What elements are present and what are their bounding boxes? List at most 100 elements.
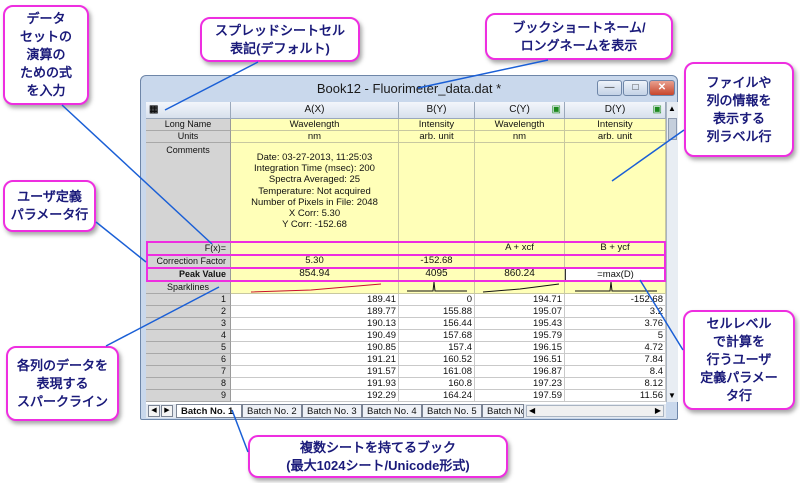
scroll-right-icon[interactable]: ▶: [655, 406, 661, 415]
row-number[interactable]: 2: [146, 306, 231, 318]
row-number[interactable]: 3: [146, 318, 231, 330]
comments-d[interactable]: [565, 143, 666, 242]
peak-c[interactable]: 860.24: [475, 268, 565, 281]
data-cell-d[interactable]: 3.2: [565, 306, 666, 318]
minimize-icon[interactable]: —: [597, 80, 622, 96]
data-cell-b[interactable]: 155.88: [399, 306, 475, 318]
data-cell-d[interactable]: 8.4: [565, 366, 666, 378]
data-cell-a[interactable]: 189.77: [231, 306, 399, 318]
sheet-tab-2[interactable]: Batch No. 2: [242, 404, 302, 418]
units-d[interactable]: arb. unit: [565, 131, 666, 143]
data-cell-b[interactable]: 164.24: [399, 390, 475, 402]
row-number[interactable]: 4: [146, 330, 231, 342]
fx-c[interactable]: A + xcf: [475, 242, 565, 255]
data-cell-c[interactable]: 195.07: [475, 306, 565, 318]
row-number[interactable]: 5: [146, 342, 231, 354]
data-cell-c[interactable]: 195.79: [475, 330, 565, 342]
tab-next-icon[interactable]: ▶: [161, 405, 173, 417]
data-cell-b[interactable]: 160.8: [399, 378, 475, 390]
data-cell-a[interactable]: 190.13: [231, 318, 399, 330]
data-cell-b[interactable]: 157.68: [399, 330, 475, 342]
units-a[interactable]: nm: [231, 131, 399, 143]
scroll-down-icon[interactable]: ▼: [668, 391, 676, 400]
column-header-c[interactable]: C(Y) ▣: [475, 102, 565, 119]
row-number[interactable]: 8: [146, 378, 231, 390]
data-cell-c[interactable]: 196.51: [475, 354, 565, 366]
peak-b[interactable]: 4095: [399, 268, 475, 281]
sparkline-a[interactable]: [231, 281, 399, 294]
data-cell-b[interactable]: 161.08: [399, 366, 475, 378]
data-cell-d[interactable]: 11.56: [565, 390, 666, 402]
sparkline-b[interactable]: [399, 281, 475, 294]
long-name-b[interactable]: Intensity: [399, 119, 475, 131]
data-cell-c[interactable]: 197.59: [475, 390, 565, 402]
data-cell-a[interactable]: 191.57: [231, 366, 399, 378]
scroll-thumb[interactable]: [668, 118, 677, 140]
maximize-icon[interactable]: □: [623, 80, 648, 96]
long-name-a[interactable]: Wavelength: [231, 119, 399, 131]
data-cell-a[interactable]: 191.21: [231, 354, 399, 366]
sparkline-c[interactable]: [475, 281, 565, 294]
scroll-left-icon[interactable]: ◀: [529, 406, 535, 415]
row-label-sparklines[interactable]: Sparklines: [146, 281, 231, 294]
correction-b[interactable]: -152.68: [399, 255, 475, 268]
data-cell-c[interactable]: 196.87: [475, 366, 565, 378]
data-cell-c[interactable]: 197.23: [475, 378, 565, 390]
row-number[interactable]: 7: [146, 366, 231, 378]
correction-a[interactable]: 5.30: [231, 255, 399, 268]
tab-prev-icon[interactable]: ◀: [148, 405, 160, 417]
title-bar[interactable]: Book12 - Fluorimeter_data.dat * — □ ✕: [141, 76, 677, 102]
data-cell-a[interactable]: 190.49: [231, 330, 399, 342]
row-number[interactable]: 1: [146, 294, 231, 306]
vertical-scrollbar[interactable]: ▲ ▼: [666, 102, 678, 402]
data-cell-d[interactable]: 4.72: [565, 342, 666, 354]
sheet-tab-1[interactable]: Batch No. 1: [176, 404, 242, 418]
fx-b[interactable]: [399, 242, 475, 255]
data-cell-d[interactable]: -152.68: [565, 294, 666, 306]
comments-a[interactable]: Date: 03-27-2013, 11:25:03 Integration T…: [231, 143, 399, 242]
fx-a[interactable]: [231, 242, 399, 255]
comments-c[interactable]: [475, 143, 565, 242]
data-cell-b[interactable]: 156.44: [399, 318, 475, 330]
units-c[interactable]: nm: [475, 131, 565, 143]
correction-d[interactable]: [565, 255, 666, 268]
data-cell-c[interactable]: 196.15: [475, 342, 565, 354]
peak-d-formula[interactable]: =max(D): [565, 268, 666, 281]
data-cell-b[interactable]: 157.4: [399, 342, 475, 354]
data-cell-a[interactable]: 190.85: [231, 342, 399, 354]
data-cell-c[interactable]: 194.71: [475, 294, 565, 306]
column-header-d[interactable]: D(Y) ▣: [565, 102, 666, 119]
sheet-tab-3[interactable]: Batch No. 3: [302, 404, 362, 418]
data-cell-d[interactable]: 3.76: [565, 318, 666, 330]
sheet-tab-5[interactable]: Batch No. 5: [422, 404, 482, 418]
horizontal-scrollbar[interactable]: ◀ ▶: [526, 405, 664, 417]
row-label-correction-factor[interactable]: Correction Factor: [146, 255, 231, 268]
data-cell-b[interactable]: 160.52: [399, 354, 475, 366]
sheet-tab-6[interactable]: Batch No: [482, 404, 524, 418]
data-cell-d[interactable]: 8.12: [565, 378, 666, 390]
data-cell-a[interactable]: 189.41: [231, 294, 399, 306]
data-cell-a[interactable]: 191.93: [231, 378, 399, 390]
peak-a[interactable]: 854.94: [231, 268, 399, 281]
units-b[interactable]: arb. unit: [399, 131, 475, 143]
data-cell-a[interactable]: 192.29: [231, 390, 399, 402]
long-name-d[interactable]: Intensity: [565, 119, 666, 131]
close-icon[interactable]: ✕: [649, 80, 675, 96]
column-header-b[interactable]: B(Y): [399, 102, 475, 119]
fx-d[interactable]: B + ycf: [565, 242, 666, 255]
correction-c[interactable]: [475, 255, 565, 268]
data-cell-b[interactable]: 0: [399, 294, 475, 306]
comments-b[interactable]: [399, 143, 475, 242]
row-label-comments[interactable]: Comments: [146, 143, 231, 242]
data-cell-c[interactable]: 195.43: [475, 318, 565, 330]
data-cell-d[interactable]: 7.84: [565, 354, 666, 366]
row-label-fx[interactable]: F(x)=: [146, 242, 231, 255]
long-name-c[interactable]: Wavelength: [475, 119, 565, 131]
select-all-corner-icon[interactable]: ▦: [146, 102, 231, 119]
column-header-a[interactable]: A(X): [231, 102, 399, 119]
row-label-units[interactable]: Units: [146, 131, 231, 143]
data-cell-d[interactable]: 5: [565, 330, 666, 342]
row-number[interactable]: 6: [146, 354, 231, 366]
scroll-up-icon[interactable]: ▲: [668, 104, 676, 113]
sparkline-d[interactable]: [565, 281, 666, 294]
